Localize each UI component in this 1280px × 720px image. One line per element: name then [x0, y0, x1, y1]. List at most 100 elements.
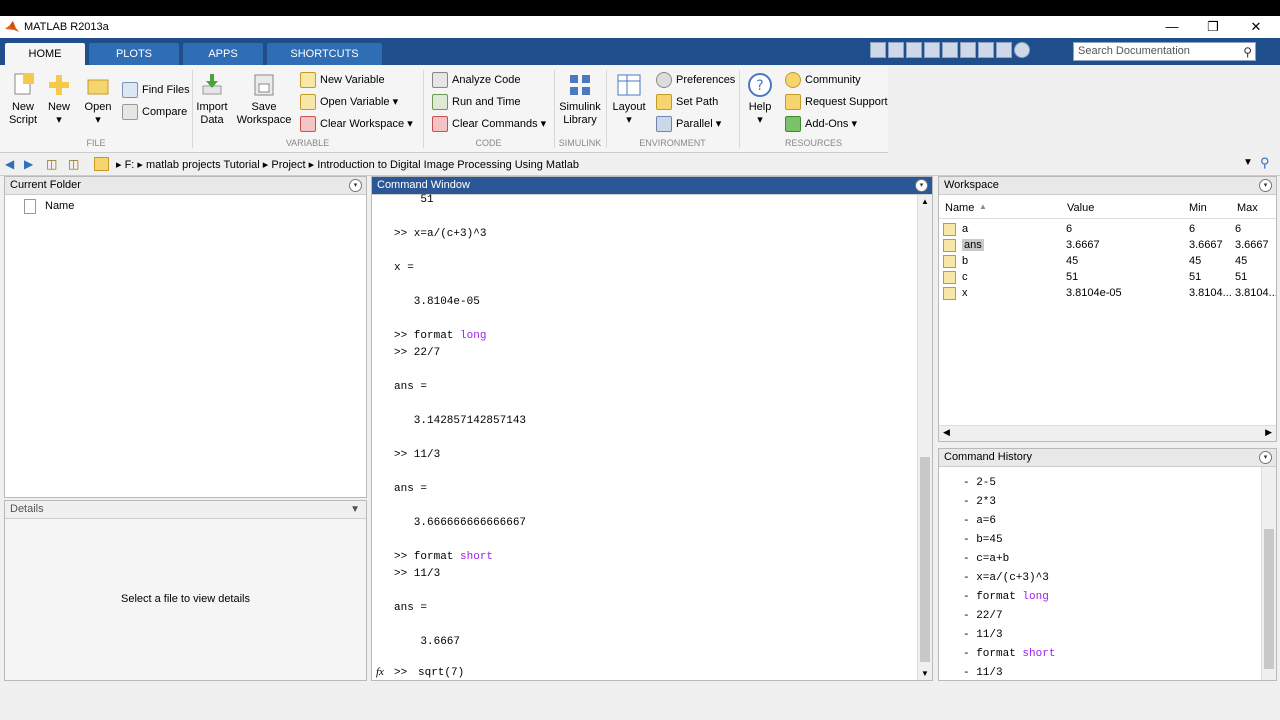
chevron-down-icon: ▾ — [407, 118, 413, 130]
history-item[interactable]: - 22/7 — [963, 610, 1003, 622]
search-icon[interactable]: ⚲ — [1243, 44, 1252, 61]
group-label-code: CODE — [475, 138, 502, 148]
open-variable-button[interactable]: Open Variable ▾ — [300, 94, 398, 111]
variable-name: ans — [962, 239, 984, 251]
tab-home[interactable]: HOME — [5, 43, 85, 65]
undo-icon[interactable] — [960, 42, 976, 58]
panel-actions-icon[interactable]: ▾ — [1259, 179, 1272, 192]
paste-icon[interactable] — [942, 42, 958, 58]
clear-workspace-button[interactable]: Clear Workspace ▾ — [300, 116, 413, 133]
address-dropdown-icon[interactable]: ▼ — [1243, 157, 1253, 168]
command-line: >> 11/3 — [394, 568, 441, 580]
workspace-col-min[interactable]: Min — [1189, 202, 1207, 214]
workspace-row[interactable]: b 45 45 45 — [939, 253, 1269, 269]
redo-icon[interactable] — [978, 42, 994, 58]
workspace-col-max[interactable]: Max — [1237, 202, 1258, 214]
workspace-row[interactable]: c 51 51 51 — [939, 269, 1269, 285]
find-files-button[interactable]: Find Files — [122, 82, 190, 99]
history-item[interactable]: - 2-5 — [963, 477, 996, 489]
history-item[interactable]: - format short — [963, 648, 1055, 660]
workspace-cell-name: a — [943, 221, 968, 237]
search-input[interactable]: Search Documentation ⚲ — [1073, 42, 1256, 61]
history-item[interactable]: - b=45 — [963, 534, 1003, 546]
scroll-down-icon[interactable]: ▼ — [921, 669, 929, 678]
set-path-button[interactable]: Set Path — [656, 94, 718, 111]
tab-shortcuts[interactable]: SHORTCUTS — [267, 43, 382, 65]
quick-access-icon[interactable] — [870, 42, 886, 58]
analyze-code-button[interactable]: Analyze Code — [432, 72, 521, 89]
up-folder-icon[interactable]: ◫ — [46, 157, 57, 171]
minimize-button[interactable]: — — [1152, 16, 1192, 38]
search-folder-icon[interactable]: ⚲ — [1260, 155, 1270, 171]
scrollbar-thumb[interactable] — [920, 457, 930, 662]
tab-apps[interactable]: APPS — [183, 43, 263, 65]
workspace-col-name[interactable]: Name — [945, 202, 974, 214]
ribbon-separator — [192, 70, 193, 148]
command-window-panel: Command Window ▾ 51 >> x=a/(c+3)^3 x = 3.81… — [371, 176, 933, 681]
ribbon-empty — [888, 65, 1280, 152]
workspace-row[interactable]: a 6 6 6 — [939, 221, 1269, 237]
back-arrow-icon[interactable]: ◀ — [5, 157, 14, 171]
workspace-col-value[interactable]: Value — [1067, 202, 1094, 214]
add-ons-button[interactable]: Add-Ons ▾ — [785, 116, 857, 133]
cut-icon[interactable] — [906, 42, 922, 58]
scrollbar-thumb[interactable] — [1264, 529, 1274, 669]
community-button[interactable]: Community — [785, 72, 861, 89]
clear-commands-button[interactable]: Clear Commands ▾ — [432, 116, 546, 133]
command-input[interactable]: sqrt(7) — [418, 667, 465, 679]
switch-windows-icon[interactable] — [996, 42, 1012, 58]
breadcrumb-folder[interactable]: matlab projects Tutorial — [146, 159, 260, 171]
workspace-hscrollbar[interactable]: ◀ ▶ — [939, 425, 1276, 441]
save-workspace-icon — [254, 74, 274, 96]
workspace-row[interactable]: ans 3.6667 3.6667 3.6667 — [939, 237, 1269, 253]
layout-button[interactable]: Layout ▾ — [610, 72, 648, 127]
scroll-right-icon[interactable]: ▶ — [1265, 427, 1272, 438]
new-script-icon — [14, 73, 34, 95]
name-column-header[interactable]: Name — [45, 200, 74, 212]
history-item[interactable]: - x=a/(c+3)^3 — [963, 572, 1049, 584]
simulink-library-button[interactable]: Simulink Library — [558, 72, 602, 127]
new-script-button[interactable]: New Script — [5, 72, 41, 127]
save-workspace-button[interactable]: Save Workspace — [236, 72, 292, 127]
history-item[interactable]: - 2*3 — [963, 496, 996, 508]
command-scrollbar[interactable]: ▲ ▼ — [917, 195, 932, 680]
preferences-button[interactable]: Preferences — [656, 72, 735, 89]
forward-arrow-icon[interactable]: ▶ — [24, 157, 33, 171]
parallel-button[interactable]: Parallel ▾ — [656, 116, 721, 133]
fx-icon[interactable]: fx — [376, 666, 384, 678]
workspace-row[interactable]: x 3.8104e-05 3.8104... 3.8104... — [939, 285, 1276, 301]
close-button[interactable]: ✕ — [1236, 16, 1276, 38]
panel-actions-icon[interactable]: ▾ — [1259, 451, 1272, 464]
panel-actions-icon[interactable]: ▾ — [349, 179, 362, 192]
tab-plots[interactable]: PLOTS — [89, 43, 179, 65]
save-icon[interactable] — [888, 42, 904, 58]
history-item[interactable]: - format long — [963, 591, 1049, 603]
import-data-button[interactable]: Import Data — [194, 72, 230, 127]
scroll-up-icon[interactable]: ▲ — [921, 197, 929, 206]
run-and-time-button[interactable]: Run and Time — [432, 94, 520, 111]
breadcrumb-folder[interactable]: Project — [271, 159, 305, 171]
request-support-button[interactable]: Request Support — [785, 94, 888, 111]
panel-actions-icon[interactable]: ▾ — [915, 179, 928, 192]
history-item[interactable]: - 11/3 — [963, 667, 1003, 679]
parallel-icon — [656, 116, 672, 133]
history-item[interactable]: - 11/3 — [963, 629, 1003, 641]
maximize-button[interactable]: ❐ — [1193, 16, 1233, 38]
open-button[interactable]: Open ▾ — [82, 72, 114, 127]
history-item[interactable]: - a=6 — [963, 515, 996, 527]
copy-icon[interactable] — [924, 42, 940, 58]
new-button[interactable]: New ▾ — [45, 72, 73, 127]
new-variable-button[interactable]: New Variable — [300, 72, 385, 89]
chevron-down-icon[interactable]: ▼ — [350, 501, 360, 518]
new-label: New — [47, 101, 70, 113]
history-item[interactable]: - c=a+b — [963, 553, 1009, 565]
workspace-cell-value: 51 — [1066, 271, 1079, 283]
help-icon[interactable] — [1014, 42, 1030, 58]
breadcrumb-drive[interactable]: F: — [125, 159, 135, 171]
breadcrumb-folder[interactable]: Introduction to Digital Image Processing… — [317, 159, 579, 171]
scroll-left-icon[interactable]: ◀ — [943, 427, 950, 438]
history-scrollbar[interactable] — [1261, 467, 1276, 680]
browse-folder-icon[interactable]: ◫ — [68, 157, 79, 171]
help-button[interactable]: ? Help ▾ — [743, 72, 777, 127]
compare-button[interactable]: Compare — [122, 104, 187, 121]
